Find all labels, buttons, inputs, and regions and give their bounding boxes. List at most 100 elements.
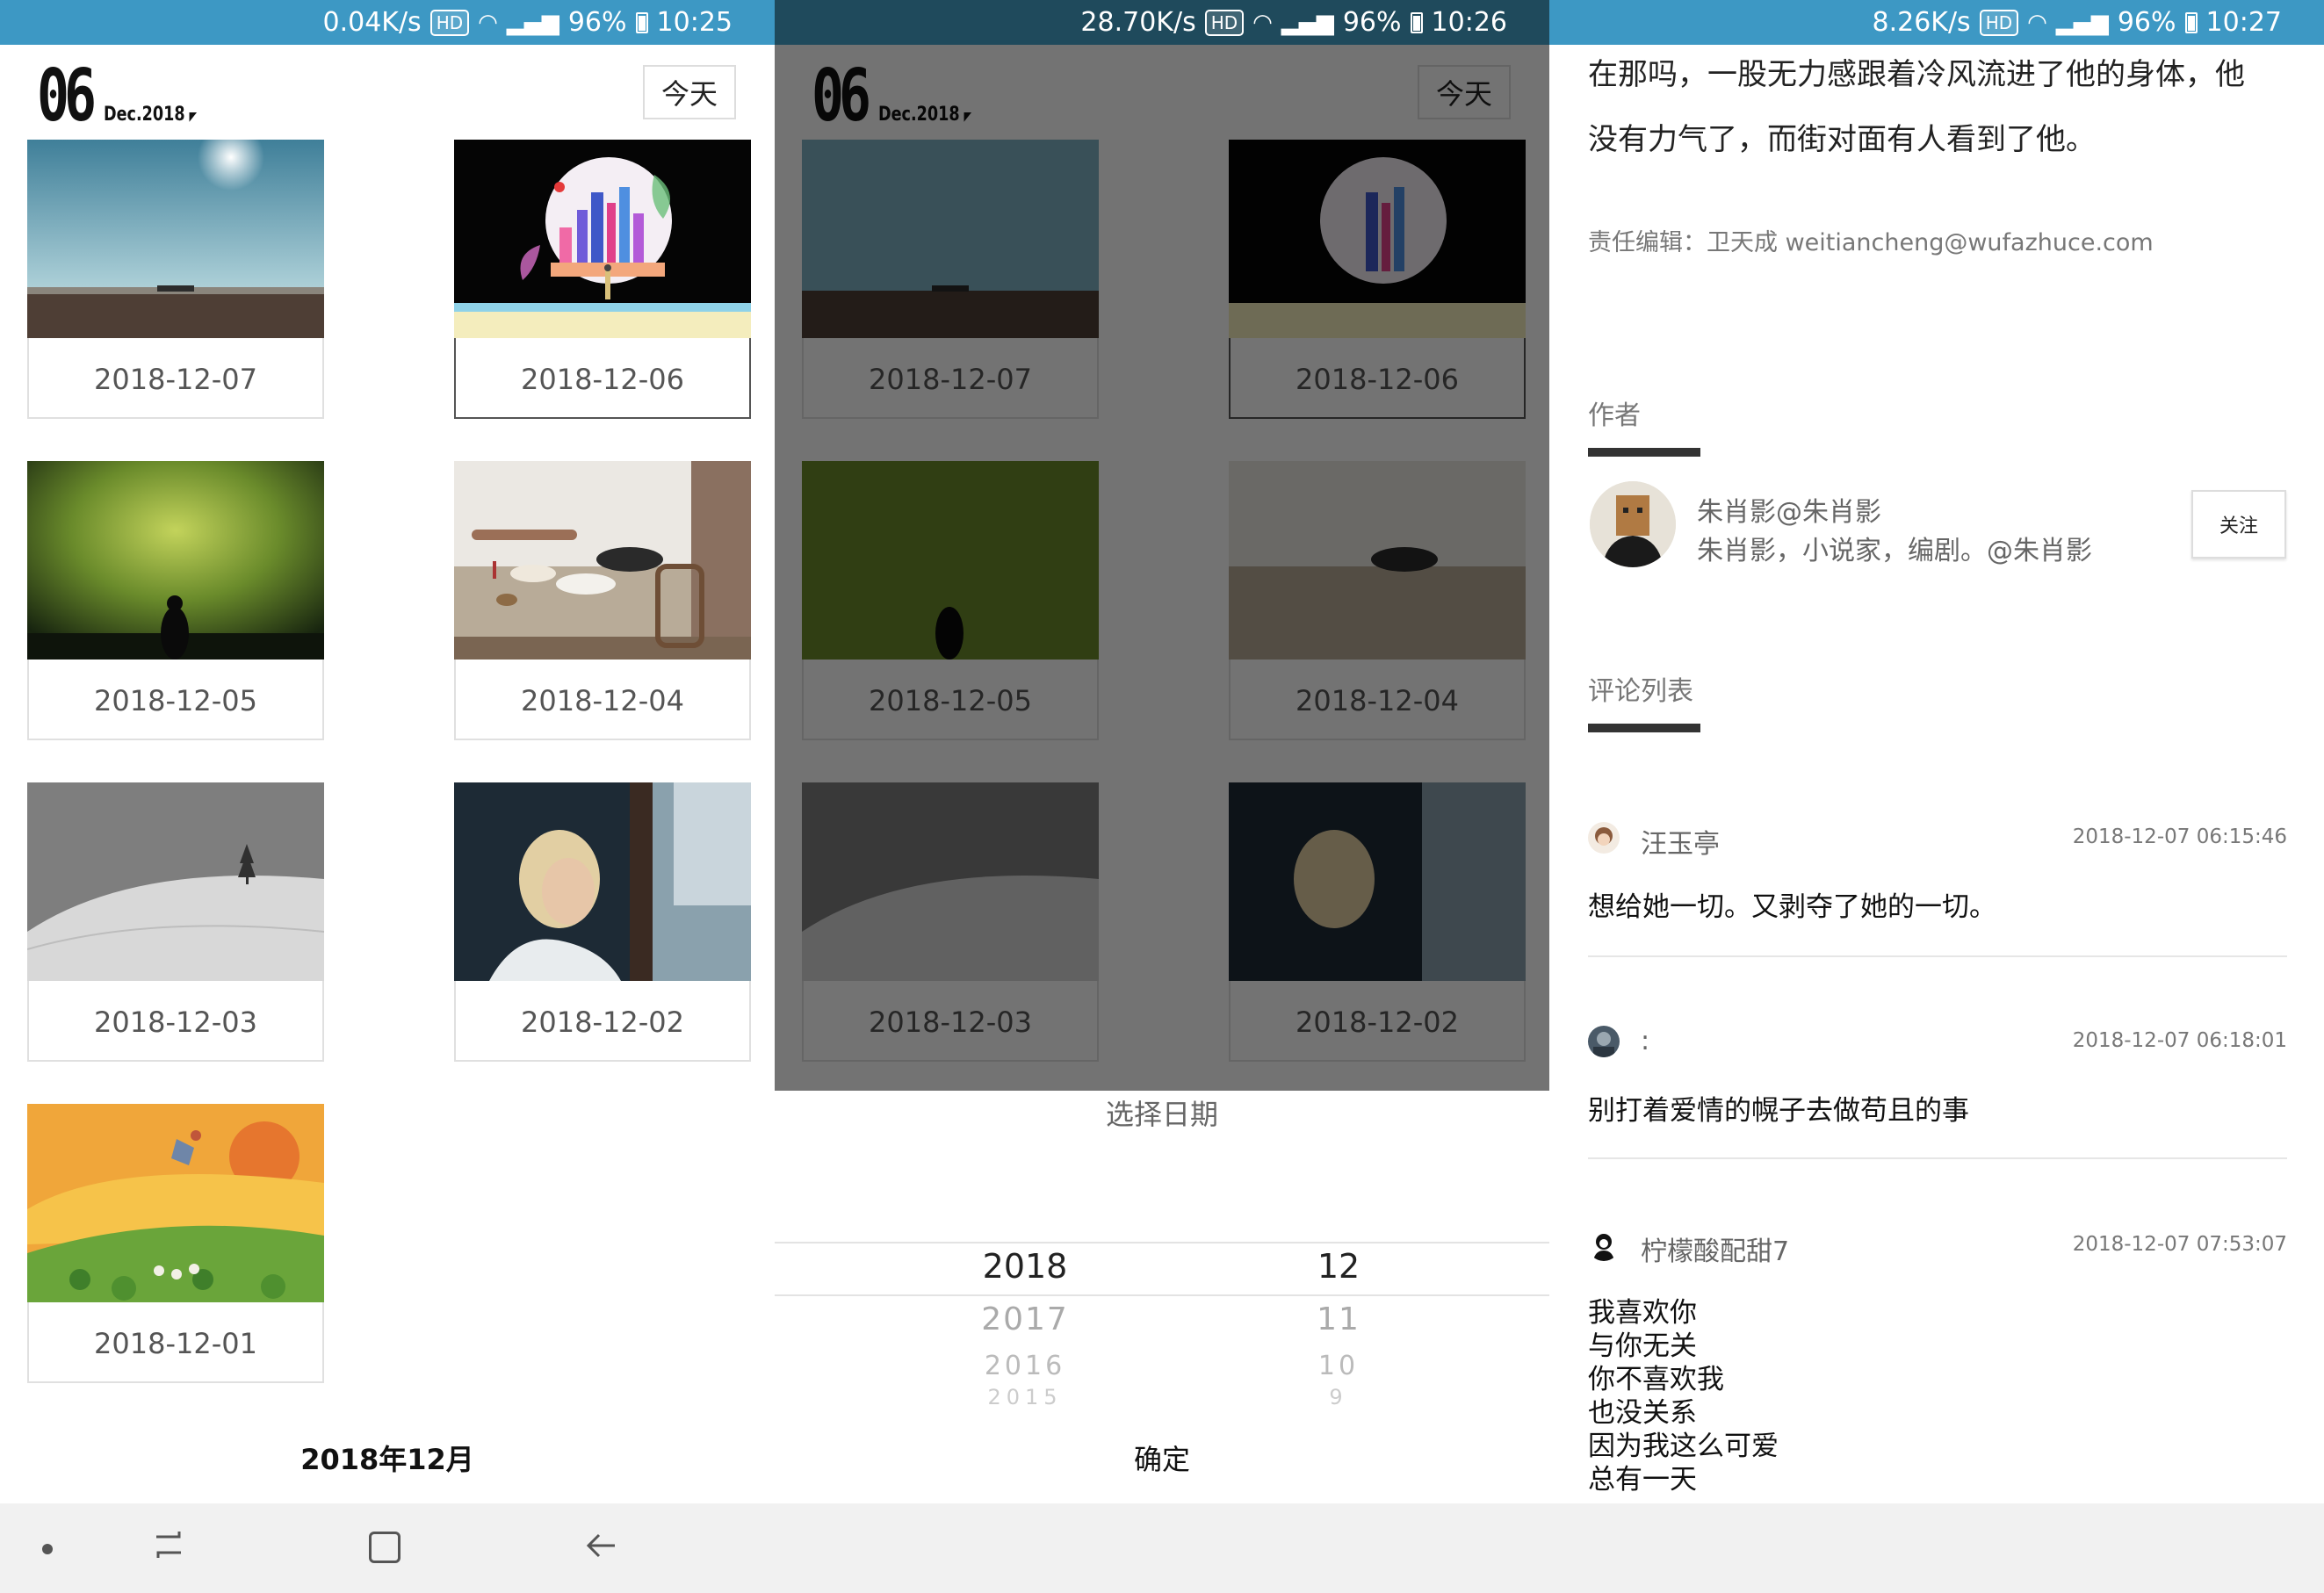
comment-time: 2018-12-07 06:18:01 [2072, 1029, 2287, 1052]
signal-icon: ▂▄▆ [2055, 9, 2109, 36]
wifi-icon: ◠ [478, 9, 498, 36]
month-year-label: Dec.2018 [104, 104, 185, 126]
today-button[interactable]: 今天 [643, 65, 736, 119]
article-body: 在那吗，一股无力感跟着冷风流进了他的身体，他 没有力气了，而街对面有人看到了他。 [1588, 42, 2291, 172]
dim-overlay[interactable] [775, 45, 1549, 1091]
status-bar: 0.04K/s HD ◠ ▂▄▆ 96% 10:25 [0, 0, 775, 45]
signal-icon: ▂▄▆ [1281, 9, 1334, 36]
dot-icon[interactable] [42, 1544, 53, 1554]
year-option[interactable]: 2017 [877, 1293, 1173, 1345]
comment-text-multiline: 我喜欢你 与你无关 你不喜欢我 也没关系 因为我这么可爱 总有一天 [1588, 1296, 2291, 1496]
comment-line: 因为我这么可爱 [1588, 1431, 1779, 1462]
network-speed: 8.26K/s [1872, 7, 1971, 38]
comment-line: 总有一天 [1588, 1464, 1697, 1496]
day-number: 06 [37, 54, 97, 138]
year-option[interactable]: 2016 [877, 1345, 1173, 1386]
desert-plane-wreck-image [27, 140, 324, 338]
date-card[interactable]: 2018-12-02 [454, 782, 751, 1062]
battery-percent: 96% [567, 7, 627, 38]
network-speed: 28.70K/s [1080, 7, 1196, 38]
comment-line: 你不喜欢我 [1588, 1364, 1724, 1395]
month-option[interactable]: 10 [1207, 1345, 1470, 1386]
date-card[interactable]: 2018-12-01 [27, 1104, 324, 1383]
signal-icon: ▂▄▆ [506, 9, 559, 36]
author-bio: 朱肖影，小说家，编剧。@朱肖影 [1697, 536, 2092, 566]
wifi-icon: ◠ [2027, 9, 2047, 36]
section-underline [1588, 448, 1700, 457]
status-bar: 8.26K/s HD ◠ ▂▄▆ 96% 10:27 [1549, 0, 2324, 45]
dropdown-triangle-icon: ◤ [189, 110, 198, 124]
month-year-selector[interactable]: Dec.2018 ◤ [104, 104, 197, 126]
comment-line: 也没关系 [1588, 1397, 1697, 1429]
date-picker-screen: 28.70K/s HD ◠ ▂▄▆ 96% 10:26 06 Dec.2018◤… [775, 0, 1549, 1503]
comment-text: 想给她一切。又剥夺了她的一切。 [1588, 891, 1996, 923]
comment-divider [1588, 955, 2287, 957]
calendar-screen: 0.04K/s HD ◠ ▂▄▆ 96% 10:25 06 Dec.2018 ◤ … [0, 0, 775, 1503]
dining-table-image [454, 461, 751, 660]
date-card[interactable]: 2018-12-07 [27, 140, 324, 419]
section-underline [1588, 724, 1700, 732]
comment-line: 与你无关 [1588, 1330, 1697, 1362]
comment-divider [1588, 1157, 2287, 1159]
city-moon-illustration-image [454, 140, 751, 338]
commenter-avatar[interactable] [1588, 1026, 1620, 1057]
card-date: 2018-12-03 [94, 1006, 257, 1039]
confirm-button[interactable]: 确定 [775, 1412, 1549, 1503]
snowy-hill-tree-image [27, 782, 324, 981]
clock: 10:27 [2205, 7, 2282, 38]
card-date: 2018-12-07 [94, 363, 257, 396]
battery-icon [635, 11, 648, 33]
status-bar: 28.70K/s HD ◠ ▂▄▆ 96% 10:26 [775, 0, 1549, 45]
date-picker-sheet: 选择日期 2018 2017 2016 2015 12 11 10 9 确定 [775, 1091, 1549, 1503]
month-option[interactable]: 9 [1207, 1386, 1470, 1409]
editor-credit: 责任编辑：卫天成 weitiancheng@wufazhuce.com [1588, 229, 2154, 256]
hd-icon: HD [1204, 9, 1245, 36]
recent-apps-icon[interactable] [151, 1528, 186, 1561]
comment-line: 我喜欢你 [1588, 1297, 1697, 1329]
battery-icon [1410, 11, 1423, 33]
comments-section-title: 评论列表 [1588, 676, 1693, 707]
card-date: 2018-12-06 [521, 363, 684, 396]
date-card-selected[interactable]: 2018-12-06 [454, 140, 751, 419]
card-date: 2018-12-01 [94, 1327, 257, 1360]
battery-percent: 96% [2117, 7, 2176, 38]
current-month-label[interactable]: 2018年12月 [0, 1412, 775, 1503]
home-icon[interactable] [369, 1532, 401, 1563]
year-option[interactable]: 2015 [877, 1386, 1173, 1409]
date-card[interactable]: 2018-12-03 [27, 782, 324, 1062]
network-speed: 0.04K/s [322, 7, 422, 38]
author-name[interactable]: 朱肖影@朱肖影 [1697, 490, 1881, 529]
commenter-name[interactable]: 柠檬酸配甜7 [1641, 1229, 1789, 1268]
author-section-title: 作者 [1588, 400, 1641, 431]
commenter-name[interactable]: 汪玉亭 [1641, 822, 1720, 861]
commenter-avatar[interactable] [1588, 1229, 1620, 1261]
month-wheel[interactable]: 12 11 10 9 [1207, 1240, 1470, 1409]
month-option-selected[interactable]: 12 [1207, 1240, 1470, 1293]
month-option[interactable]: 11 [1207, 1293, 1470, 1345]
picker-title: 选择日期 [1105, 1098, 1218, 1131]
article-detail-screen: 8.26K/s HD ◠ ▂▄▆ 96% 10:27 在那吗，一股无力感跟着冷风… [1549, 0, 2324, 1503]
date-card[interactable]: 2018-12-04 [454, 461, 751, 740]
date-card[interactable]: 2018-12-05 [27, 461, 324, 740]
commenter-name[interactable]: : [1641, 1026, 1649, 1056]
girl-flying-painting-image [27, 1104, 324, 1302]
battery-icon [2184, 11, 2198, 33]
system-navigation-bar [0, 1503, 2324, 1593]
back-icon[interactable] [583, 1528, 618, 1563]
clock: 10:26 [1431, 7, 1507, 38]
hd-icon: HD [1979, 9, 2019, 36]
card-date: 2018-12-02 [521, 1006, 684, 1039]
article-line: 没有力气了，而街对面有人看到了他。 [1588, 122, 2096, 157]
aurora-silhouette-image [27, 461, 324, 660]
wifi-icon: ◠ [1252, 9, 1273, 36]
clock: 10:25 [656, 7, 733, 38]
commenter-avatar[interactable] [1588, 822, 1620, 854]
year-option-selected[interactable]: 2018 [877, 1240, 1173, 1293]
follow-button[interactable]: 关注 [2191, 490, 2286, 559]
comment-time: 2018-12-07 06:15:46 [2072, 825, 2287, 848]
comment-time: 2018-12-07 07:53:07 [2072, 1233, 2287, 1256]
year-wheel[interactable]: 2018 2017 2016 2015 [877, 1240, 1173, 1409]
author-avatar[interactable] [1590, 481, 1676, 567]
article-line: 在那吗，一股无力感跟着冷风流进了他的身体，他 [1588, 57, 2245, 92]
boy-at-window-image [454, 782, 751, 981]
